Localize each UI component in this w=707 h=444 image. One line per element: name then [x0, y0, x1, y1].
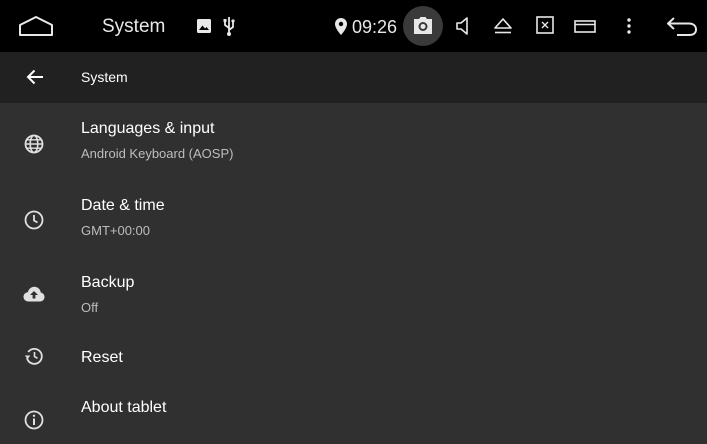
- status-bar: System 09:26: [0, 0, 707, 52]
- volume-icon[interactable]: [454, 15, 472, 37]
- back-arrow-icon[interactable]: [664, 14, 700, 38]
- clock-icon: [22, 208, 46, 232]
- info-icon: [22, 408, 46, 432]
- camera-icon[interactable]: [413, 16, 433, 36]
- back-button[interactable]: [24, 66, 46, 88]
- home-icon[interactable]: [14, 12, 58, 40]
- settings-item-subtitle: Android Keyboard (AOSP): [81, 146, 234, 161]
- settings-item-subtitle: GMT+00:00: [81, 223, 151, 238]
- settings-item-title: About tablet: [81, 399, 167, 416]
- settings-item-languages-input[interactable]: Languages & input Android Keyboard (AOSP…: [0, 103, 707, 180]
- app-toolbar: System: [0, 52, 707, 103]
- settings-item-title: Backup: [81, 274, 135, 291]
- settings-item-title: Languages & input: [81, 120, 215, 137]
- more-vert-icon[interactable]: [622, 16, 636, 36]
- settings-item-title: Reset: [81, 349, 123, 366]
- location-icon: [334, 16, 348, 36]
- settings-item-reset[interactable]: Reset: [0, 334, 707, 384]
- eject-icon[interactable]: [493, 16, 513, 36]
- status-bar-title: System: [102, 16, 166, 37]
- settings-item-date-time[interactable]: Date & time GMT+00:00: [0, 180, 707, 257]
- settings-item-title: Date & time: [81, 197, 165, 214]
- settings-item-backup[interactable]: Backup Off: [0, 257, 707, 334]
- close-window-icon[interactable]: [535, 15, 555, 35]
- window-icon[interactable]: [573, 16, 597, 36]
- arrow-back-icon: [26, 69, 43, 85]
- page-title: System: [81, 69, 128, 85]
- usb-icon: [222, 15, 236, 37]
- settings-item-about-tablet[interactable]: About tablet: [0, 384, 707, 444]
- clock-time: 09:26: [352, 17, 398, 37]
- globe-icon: [22, 132, 46, 156]
- cloud-upload-icon: [22, 282, 46, 306]
- restore-icon: [22, 344, 46, 368]
- image-icon: [196, 18, 212, 34]
- settings-item-subtitle: Off: [81, 300, 99, 315]
